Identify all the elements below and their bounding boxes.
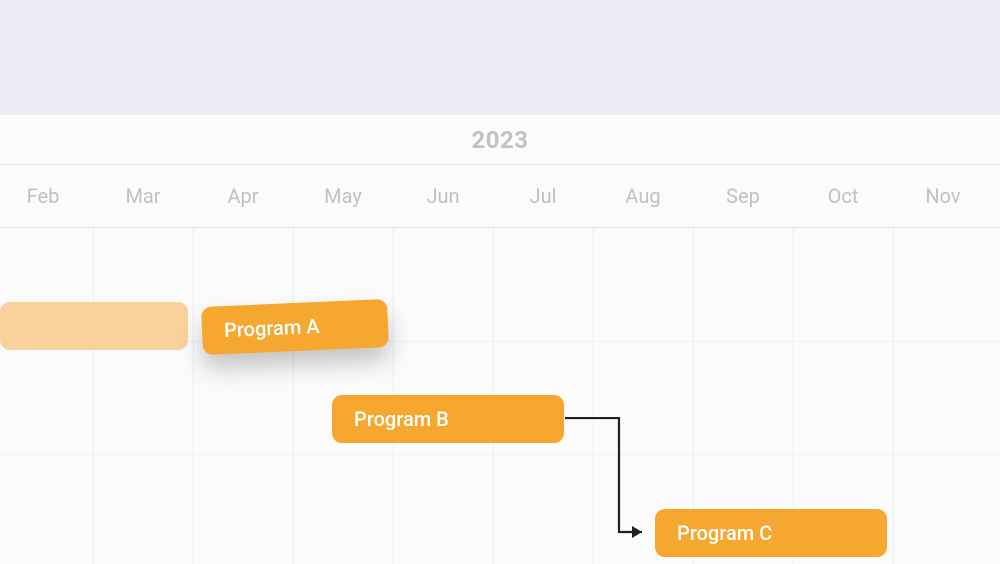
top-header-band [0, 0, 1000, 115]
gantt-bar-ghost-program-a [0, 302, 188, 350]
month-label: Jul [518, 184, 568, 208]
month-label: Oct [818, 184, 868, 208]
month-label: Nov [918, 184, 968, 208]
month-label: Jun [418, 184, 468, 208]
months-header-row: Feb Mar Apr May Jun Jul Aug Sep Oct Nov [0, 165, 1000, 228]
month-label: May [318, 184, 368, 208]
gantt-area[interactable]: 2023 Feb Mar Apr May Jun Jul Aug Sep Oct… [0, 115, 1000, 564]
gantt-bar-program-c[interactable]: Program C [655, 509, 887, 557]
row-divider [0, 454, 1000, 455]
month-label: Feb [18, 184, 68, 208]
month-label: Aug [618, 184, 668, 208]
bar-label: Program B [354, 407, 449, 431]
month-label: Sep [718, 184, 768, 208]
month-divider [293, 228, 294, 564]
year-header-row: 2023 [0, 115, 1000, 165]
gantt-bar-program-b[interactable]: Program B [332, 395, 564, 443]
month-label: Apr [218, 184, 268, 208]
month-divider [593, 228, 594, 564]
month-divider [893, 228, 894, 564]
gantt-bar-program-a[interactable]: Program A [201, 299, 389, 355]
month-label: Mar [118, 184, 168, 208]
month-divider [93, 228, 94, 564]
bar-label: Program A [224, 314, 320, 342]
year-label: 2023 [0, 126, 1000, 154]
month-divider [193, 228, 194, 564]
dependency-arrow-icon [564, 417, 664, 547]
bar-label: Program C [677, 521, 772, 545]
